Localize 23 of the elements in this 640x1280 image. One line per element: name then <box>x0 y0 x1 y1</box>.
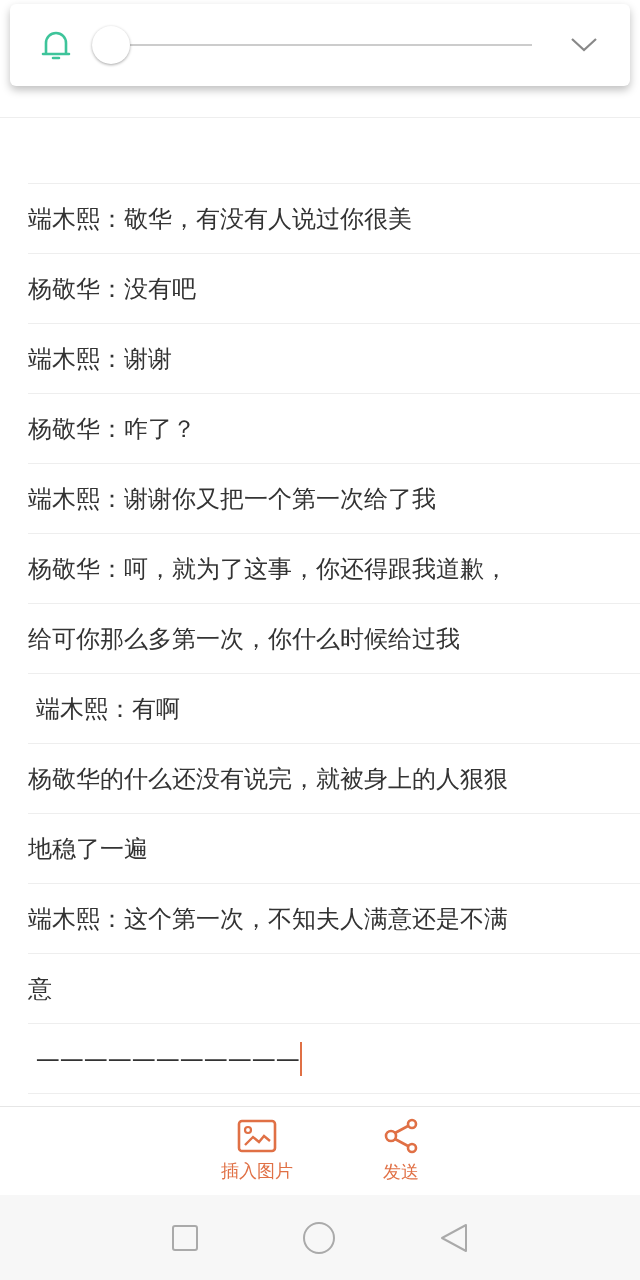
volume-slider[interactable] <box>92 25 532 65</box>
send-button[interactable]: 发送 <box>383 1118 419 1184</box>
chevron-down-icon[interactable] <box>570 37 598 53</box>
note-line: 杨敬华：咋了？ <box>28 413 196 445</box>
note-line: 端木熙：有啊 <box>34 693 180 725</box>
home-icon[interactable] <box>303 1221 335 1254</box>
image-icon <box>237 1119 277 1153</box>
note-line: 端木熙：这个第一次，不知夫人满意还是不满 <box>28 903 508 935</box>
note-line: 杨敬华：呵，就为了这事，你还得跟我道歉， <box>28 553 508 585</box>
note-line: 给可你那么多第一次，你什么时候给过我 <box>28 623 460 655</box>
recent-apps-icon[interactable] <box>172 1224 199 1251</box>
note-line: 端木熙：谢谢你又把一个第一次给了我 <box>28 483 436 515</box>
note-line: 地稳了一遍 <box>28 833 148 865</box>
note-line: 杨敬华的什么还没有说完，就被身上的人狠狠 <box>28 763 508 795</box>
back-icon[interactable] <box>439 1222 468 1253</box>
note-line: 端木熙：谢谢 <box>28 343 172 375</box>
slider-thumb[interactable] <box>92 26 130 64</box>
insert-image-button[interactable]: 插入图片 <box>221 1119 293 1183</box>
share-icon <box>383 1118 419 1154</box>
note-line: 杨敬华：没有吧 <box>28 273 196 305</box>
note-line: 端木熙：敬华，有没有人说过你很美 <box>28 203 412 235</box>
note-line: ——————————— <box>34 1044 300 1073</box>
note-line: 意 <box>28 973 52 1005</box>
